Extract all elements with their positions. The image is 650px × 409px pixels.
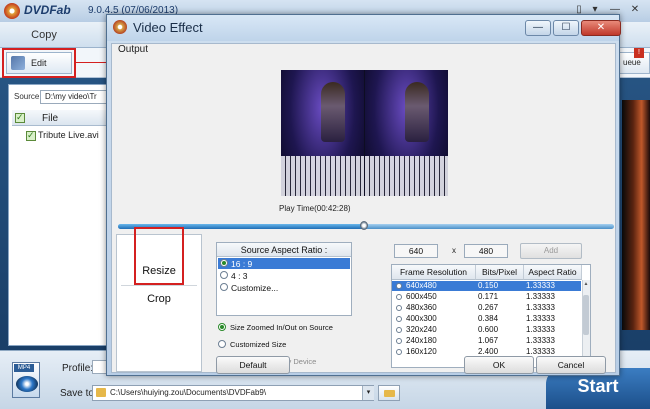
app-brand: DVDFab — [24, 3, 71, 17]
cell-resolution: 160x120 — [406, 347, 437, 356]
tab-copy[interactable]: Copy — [4, 24, 84, 46]
col-bits-pixel: Bits/Pixel — [476, 265, 524, 280]
aspect-ratio-header: Source Aspect Ratio : — [217, 243, 351, 257]
row-radio[interactable] — [396, 294, 402, 300]
default-button[interactable]: Default — [216, 356, 290, 374]
preview-performer — [405, 82, 429, 142]
zoom-option-custom[interactable]: Customized Size — [230, 340, 286, 349]
cell-aspect-ratio: 1.33333 — [526, 292, 555, 301]
cell-bits-pixel: 0.267 — [478, 303, 499, 312]
aspect-option-customize[interactable]: Customize... — [231, 283, 278, 293]
dialog-body: Output Play Time(00:42:28) Resize Crop S… — [111, 43, 616, 374]
file-list-item[interactable]: Tribute Live.avi — [38, 130, 99, 140]
scrollbar-thumb[interactable] — [583, 295, 589, 335]
resolution-table: Frame Resolution Bits/Pixel Aspect Ratio… — [391, 264, 591, 368]
cell-bits-pixel: 0.171 — [478, 292, 499, 301]
app-close-button[interactable]: ✕ — [628, 4, 642, 16]
preview-right-frame — [365, 70, 448, 196]
row-radio[interactable] — [396, 305, 402, 311]
row-radio[interactable] — [396, 338, 402, 344]
cell-aspect-ratio: 1.33333 — [526, 336, 555, 345]
dialog-minimize-button[interactable]: — — [525, 20, 551, 36]
preview-performer — [321, 82, 345, 142]
row-radio[interactable] — [396, 349, 402, 355]
add-button: Add — [520, 243, 582, 259]
dialog-maximize-button[interactable]: ☐ — [553, 20, 579, 36]
aspect-radio-customize[interactable] — [220, 283, 228, 291]
source-path-field[interactable]: D:\my video\Tr — [40, 90, 110, 104]
profile-label: Profile: — [62, 363, 94, 374]
film-reel-icon — [16, 376, 38, 392]
height-input[interactable]: 480 — [464, 244, 508, 258]
cell-resolution: 240x180 — [406, 336, 437, 345]
cell-resolution: 480x360 — [406, 303, 437, 312]
cell-aspect-ratio: 1.33333 — [526, 314, 555, 323]
file-column-header: File — [42, 113, 59, 124]
video-effect-dialog: Video Effect — ☐ ✕ Output Play Time(00:4… — [106, 14, 621, 376]
mp4-tag: MP4 — [14, 364, 34, 372]
cell-bits-pixel: 0.150 — [478, 281, 499, 290]
queue-badge: ! — [634, 48, 644, 58]
aspect-option-4-3[interactable]: 4 : 3 — [231, 271, 248, 281]
aspect-ratio-panel: Source Aspect Ratio : 16 : 9 4 : 3 Custo… — [216, 242, 352, 316]
dvdfab-logo-icon — [4, 3, 20, 19]
file-list-header — [12, 110, 110, 126]
cell-aspect-ratio: 1.33333 — [526, 303, 555, 312]
cell-bits-pixel: 1.067 — [478, 336, 499, 345]
row-radio[interactable] — [396, 316, 402, 322]
preview-keyboard — [365, 156, 448, 196]
dialog-close-button[interactable]: ✕ — [581, 20, 621, 36]
dialog-logo-icon — [113, 20, 127, 34]
dialog-titlebar: Video Effect — ☐ ✕ — [107, 15, 621, 41]
play-time: Play Time(00:42:28) — [279, 204, 351, 213]
aspect-option-16-9[interactable]: 16 : 9 — [231, 259, 252, 269]
ok-button[interactable]: OK — [464, 356, 534, 374]
folder-icon — [96, 388, 106, 397]
cell-aspect-ratio: 1.33333 — [526, 325, 555, 334]
dialog-title: Video Effect — [133, 20, 203, 35]
row-radio[interactable] — [396, 327, 402, 333]
preview-left-frame — [281, 70, 364, 196]
saveto-dropdown-icon[interactable]: ▾ — [362, 386, 374, 400]
zoom-option-source[interactable]: Size Zoomed In/Out on Source — [230, 323, 333, 332]
cell-bits-pixel: 0.600 — [478, 325, 499, 334]
cell-resolution: 400x300 — [406, 314, 437, 323]
saveto-path: C:\Users\huiying.zou\Documents\DVDFab9\ — [110, 388, 267, 397]
table-row[interactable]: 480x360 0.267 1.33333 — [392, 303, 581, 313]
output-label: Output — [118, 44, 149, 55]
file-checkbox[interactable] — [26, 130, 36, 141]
cell-aspect-ratio: 1.33333 — [526, 281, 555, 290]
cell-resolution: 320x240 — [406, 325, 437, 334]
browse-folder-button[interactable] — [378, 385, 400, 401]
select-all-checkbox[interactable] — [15, 112, 25, 123]
col-frame-resolution: Frame Resolution — [392, 265, 476, 280]
timeline-thumb[interactable] — [360, 221, 368, 230]
cell-resolution: 600x450 — [406, 292, 437, 301]
dimension-separator: x — [452, 246, 456, 255]
cell-bits-pixel: 0.384 — [478, 314, 499, 323]
background-video-thumbnail — [622, 100, 650, 330]
table-row[interactable]: 400x300 0.384 1.33333 — [392, 314, 581, 324]
table-row[interactable]: 640x480 0.150 1.33333 — [392, 281, 581, 291]
scroll-up-icon[interactable]: ▲ — [583, 281, 589, 287]
aspect-radio-16-9[interactable] — [220, 259, 228, 267]
table-row[interactable]: 320x240 0.600 1.33333 — [392, 325, 581, 335]
zoom-radio-custom[interactable] — [218, 340, 226, 348]
source-label: Source: — [14, 92, 42, 101]
cancel-button[interactable]: Cancel — [536, 356, 606, 374]
col-aspect-ratio: Aspect Ratio — [524, 265, 582, 280]
nav-callout-box — [134, 227, 184, 285]
table-row[interactable]: 240x180 1.067 1.33333 — [392, 336, 581, 346]
video-preview — [281, 70, 448, 196]
width-input[interactable]: 640 — [394, 244, 438, 258]
aspect-radio-4-3[interactable] — [220, 271, 228, 279]
row-radio[interactable] — [396, 283, 402, 289]
zoom-radio-source[interactable] — [218, 323, 226, 331]
cell-resolution: 640x480 — [406, 281, 437, 290]
edit-callout-box — [2, 48, 76, 78]
table-row[interactable]: 600x450 0.171 1.33333 — [392, 292, 581, 302]
preview-keyboard — [281, 156, 364, 196]
nav-crop[interactable]: Crop — [117, 285, 201, 313]
